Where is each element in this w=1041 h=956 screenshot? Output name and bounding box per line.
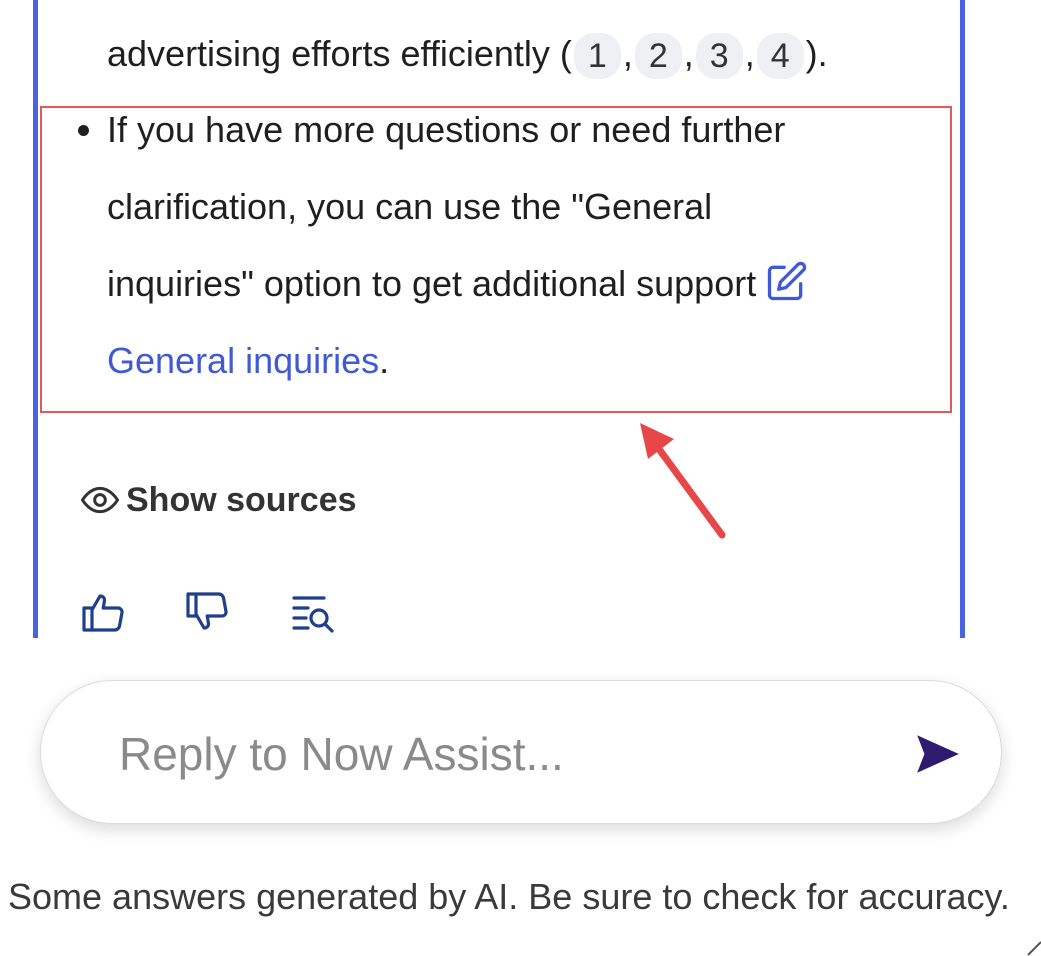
citation-4[interactable]: 4 <box>756 33 804 80</box>
show-sources-label: Show sources <box>126 480 357 519</box>
message-text-end: ). <box>805 33 828 74</box>
citation-1[interactable]: 1 <box>573 33 621 80</box>
send-icon[interactable] <box>913 729 963 779</box>
show-sources-button[interactable]: Show sources <box>80 480 357 520</box>
resize-handle-icon[interactable] <box>1026 938 1041 956</box>
highlight-box <box>40 106 952 413</box>
reply-input[interactable] <box>117 721 881 787</box>
citation-3[interactable]: 3 <box>695 33 743 80</box>
ai-disclaimer: Some answers generated by AI. Be sure to… <box>8 876 1010 917</box>
eye-icon <box>80 486 120 514</box>
thumbs-up-icon[interactable] <box>80 588 128 636</box>
citation-2[interactable]: 2 <box>634 33 682 80</box>
search-list-icon[interactable] <box>288 588 336 636</box>
message-text: advertising efforts efficiently ( <box>107 33 572 74</box>
thumbs-down-icon[interactable] <box>184 588 232 636</box>
feedback-row <box>80 588 336 636</box>
message-line-1: advertising efforts efficiently (1, 2, 3, 4… <box>107 32 828 80</box>
reply-box <box>40 680 1002 824</box>
annotation-arrow-icon <box>640 423 726 539</box>
